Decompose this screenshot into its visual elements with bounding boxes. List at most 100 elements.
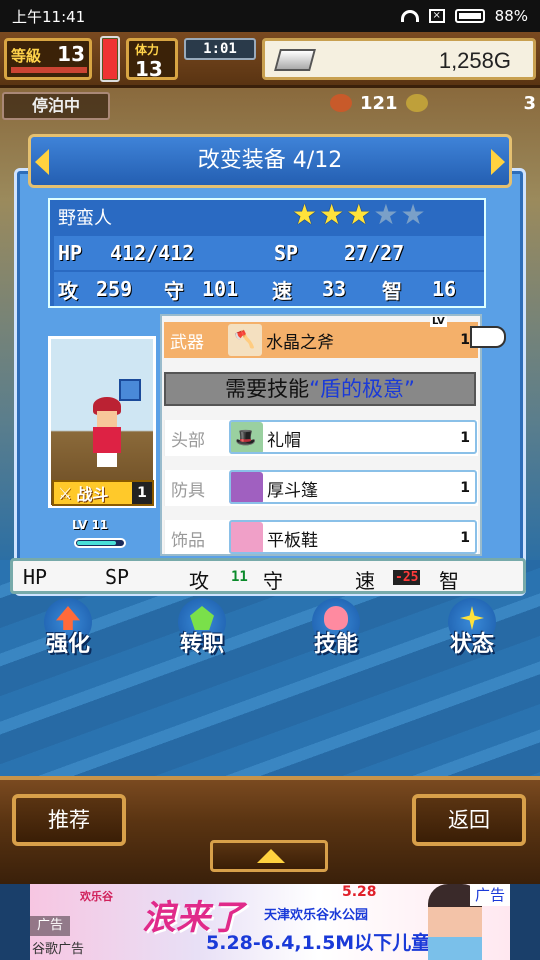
battery-percent: 88% — [494, 7, 528, 25]
enhance-button[interactable]: 强化 — [28, 598, 108, 662]
ad-label-right: 广告 — [470, 884, 510, 906]
summary-sp: SP — [105, 565, 130, 589]
character-name: 野蛮人 — [58, 208, 112, 229]
axe-sprite — [119, 379, 141, 401]
battle-label: 战斗 — [76, 485, 109, 504]
pointing-hand-icon — [470, 326, 506, 348]
notification-x-icon: × — [428, 9, 445, 23]
summary-def: 守 — [263, 569, 283, 593]
star-filled-icon: ★ — [292, 198, 318, 231]
skill-button[interactable]: 技能 — [296, 598, 376, 662]
equipment-row-head[interactable]: 头部 🎩 礼帽 1 — [164, 420, 478, 456]
battle-badge: ⚔ 战斗 1 — [52, 480, 154, 506]
back-button[interactable]: 返回 — [412, 794, 526, 846]
experience-bar-fill — [77, 541, 117, 545]
hp-label: HP — [58, 241, 83, 265]
battery-icon — [454, 9, 485, 23]
class-change-label: 转职 — [179, 632, 224, 657]
item-name: 水晶之斧 — [266, 332, 334, 353]
character-level: LV 11 — [72, 518, 109, 532]
summary-hp: HP — [23, 565, 48, 589]
battle-value: 1 — [132, 482, 152, 504]
enhance-label: 强化 — [45, 632, 90, 657]
meat-icon — [330, 94, 352, 112]
summary-int: 智 — [439, 569, 459, 593]
gold-display: 1,258G — [262, 38, 536, 80]
barbarian-sprite — [87, 397, 127, 467]
combat-stats-row: 攻 259 守 101 速 33 智 16 — [54, 272, 484, 306]
spd-value: 33 — [322, 277, 347, 301]
star-empty-icon: ★ — [373, 198, 399, 231]
star-filled-icon: ★ — [319, 198, 345, 231]
class-change-button[interactable]: 转职 — [162, 598, 242, 662]
stat-change-summary: HP SP 攻 11 守 速 -25 智 — [10, 558, 526, 594]
bottom-bar: 推荐 返回 — [0, 776, 540, 884]
silver-bar-icon — [274, 49, 316, 71]
stamina-value: 13 — [135, 57, 163, 81]
top-hud: 等級 13 体力 13 1:01 1,258G — [0, 32, 540, 88]
timer: 1:01 — [184, 38, 256, 60]
resource-value-2: 3 — [523, 92, 536, 114]
equipment-row-weapon[interactable]: 武器 🪓 水晶之斧 1 — [164, 322, 478, 358]
ad-label-bottom: 谷歌广告 — [32, 942, 85, 957]
level-progress-bar — [11, 67, 87, 73]
gold-value: 1,258G — [438, 48, 511, 73]
equipment-row-armor[interactable]: 防具 厚斗篷 1 — [164, 470, 478, 506]
int-value: 16 — [432, 277, 457, 301]
lv-tag: LV — [430, 316, 447, 327]
stamina-label: 体力 — [135, 43, 160, 57]
summary-atk-change: 11 — [231, 569, 248, 585]
summary-spd-change: -25 — [393, 570, 421, 585]
dock-status: 停泊中 — [2, 92, 110, 120]
ad-label-left: 广告 — [30, 916, 70, 936]
chevron-up-icon — [257, 849, 285, 863]
skill-label: 技能 — [313, 632, 358, 657]
slot-label: 饰品 — [171, 530, 205, 551]
summary-spd: 速 — [355, 569, 375, 593]
skill-requirement: 需要技能“盾的极意” — [164, 372, 476, 406]
sp-value: 27/27 — [344, 241, 405, 265]
item-level: 1 — [460, 332, 470, 348]
atk-label: 攻 — [58, 278, 78, 303]
summary-atk: 攻 — [189, 569, 209, 593]
sword-icon: ⚔ — [58, 483, 73, 503]
ad-banner[interactable]: 欢乐谷 浪来了 5.28 天津欢乐谷水公园 5.28-6.4,1.5M以下儿童免… — [30, 884, 510, 960]
slot-label: 武器 — [170, 332, 204, 353]
level-value: 13 — [57, 42, 85, 66]
level-label: 等級 — [11, 47, 42, 65]
star-empty-icon: ★ — [400, 198, 426, 231]
expand-button[interactable] — [210, 840, 328, 872]
system-status-bar: 上午11:41 × 88% — [0, 0, 540, 32]
axe-icon: 🪓 — [228, 324, 262, 356]
recommend-button[interactable]: 推荐 — [12, 794, 126, 846]
medal-icon — [405, 94, 428, 112]
ad-brand: 欢乐谷 — [80, 890, 113, 903]
hp-sp-row: HP 412/412 SP 27/27 — [54, 236, 484, 270]
previous-arrow-icon[interactable] — [35, 149, 49, 175]
slot-label: 防具 — [171, 480, 205, 501]
stamina-gauge-fill — [103, 39, 117, 79]
spd-label: 速 — [272, 278, 292, 303]
next-arrow-icon[interactable] — [491, 149, 505, 175]
clock: 上午11:41 — [12, 7, 86, 26]
experience-bar — [74, 538, 126, 548]
stamina-gauge — [100, 36, 120, 82]
equipment-list: 武器 🪓 水晶之斧 1 LV 需要技能“盾的极意” 头部 🎩 礼帽 1 防具 厚… — [160, 314, 482, 556]
character-stats-card: 野蛮人 ★ ★ ★ ★ ★ HP 412/412 SP 27/27 攻 259 守 10… — [48, 198, 486, 308]
status-label: 状态 — [449, 632, 494, 657]
resource-value: 121 — [360, 92, 398, 114]
level-box: 等級 13 — [4, 38, 92, 80]
equipment-row-accessory[interactable]: 饰品 平板鞋 1 — [164, 520, 478, 554]
wifi-icon — [400, 10, 419, 22]
sp-label: SP — [274, 241, 299, 265]
panel-title-bar: 改变装备 4/12 — [28, 134, 512, 188]
int-label: 智 — [382, 278, 402, 303]
requirement-prefix: 需要技能 — [225, 377, 310, 401]
def-value: 101 — [202, 277, 239, 301]
status-button[interactable]: 状态 — [432, 598, 512, 662]
resource-bar: 121 3 — [330, 90, 536, 116]
ad-date: 5.28 — [342, 884, 377, 900]
ad-line1: 天津欢乐谷水公园 — [264, 908, 369, 923]
stamina-box: 体力 13 — [126, 38, 178, 81]
slot-label: 头部 — [171, 430, 205, 451]
